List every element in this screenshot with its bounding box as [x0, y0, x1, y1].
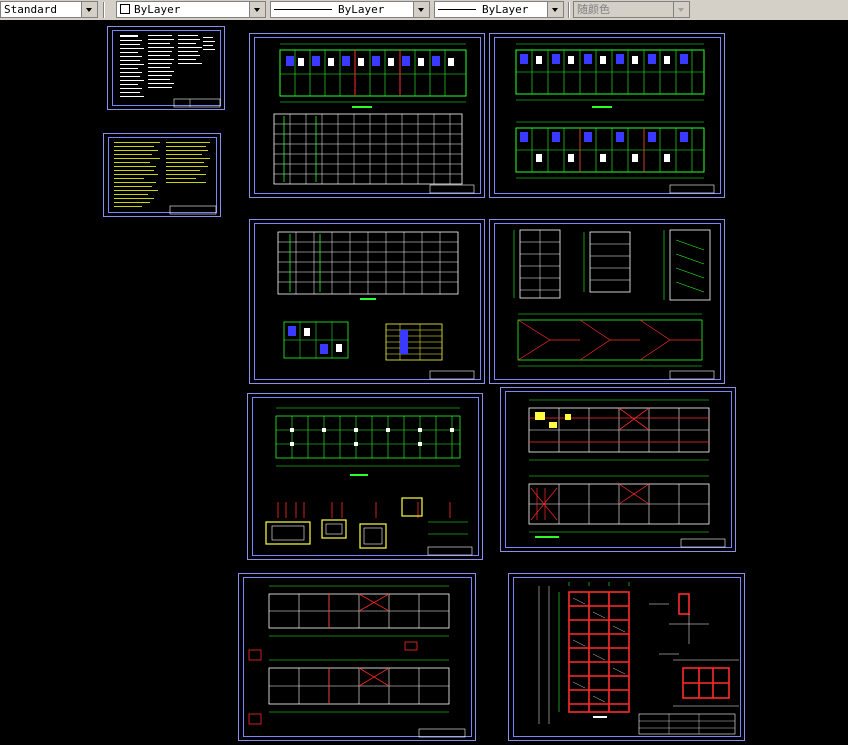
drawing-sheet-beam-plan[interactable]: [238, 573, 476, 741]
properties-toolbar: Standard ByLayer ByLayer ByLayer 随颜色: [0, 0, 848, 21]
sheet-content: [273, 43, 475, 194]
color-combo[interactable]: ByLayer: [116, 1, 266, 18]
drawing-sheet-notes[interactable]: [107, 26, 225, 110]
sheet-content: [248, 585, 466, 738]
chevron-down-icon[interactable]: [249, 2, 265, 17]
lineweight-combo[interactable]: ByLayer: [434, 1, 564, 18]
chevron-down-icon[interactable]: [413, 2, 429, 17]
sheet-content: [528, 399, 726, 548]
drawing-sheet-design-notes[interactable]: [103, 133, 221, 217]
drawing-canvas[interactable]: [0, 20, 848, 745]
drawing-sheet-frame-detail[interactable]: [508, 573, 745, 741]
chevron-down-icon[interactable]: [81, 2, 97, 17]
text-style-combo[interactable]: Standard: [0, 1, 98, 18]
chevron-down-icon[interactable]: [547, 2, 563, 17]
sheet-content: [277, 231, 475, 380]
sheet-content: [538, 582, 739, 735]
text-style-value: Standard: [4, 3, 57, 16]
drawing-sheet-sections[interactable]: [489, 219, 725, 384]
toolbar-separator: [103, 2, 105, 18]
chevron-down-icon: [673, 2, 689, 17]
drawing-sheet-floor-plan[interactable]: [249, 33, 485, 198]
sheet-content: [120, 35, 221, 108]
sheet-content: [513, 229, 715, 380]
lineweight-value: ByLayer: [482, 3, 529, 16]
color-swatch-icon: [120, 4, 130, 14]
drawing-sheet-plans[interactable]: [489, 33, 725, 198]
sheet-content: [114, 142, 217, 215]
linetype-preview-icon: [274, 9, 332, 10]
sheet-content: [265, 407, 473, 556]
lineweight-preview-icon: [438, 9, 476, 10]
toolbar-separator: [568, 2, 570, 18]
color-value: ByLayer: [134, 3, 181, 16]
drawing-sheet-foundation[interactable]: [247, 393, 483, 560]
sheet-content: [515, 43, 715, 194]
linetype-combo[interactable]: ByLayer: [270, 1, 430, 18]
linetype-value: ByLayer: [338, 3, 385, 16]
drawing-sheet-elevation[interactable]: [249, 219, 485, 384]
drawing-sheet-structure-plan[interactable]: [500, 387, 736, 552]
plotstyle-value: 随颜色: [577, 3, 610, 16]
plotstyle-combo: 随颜色: [573, 1, 690, 18]
